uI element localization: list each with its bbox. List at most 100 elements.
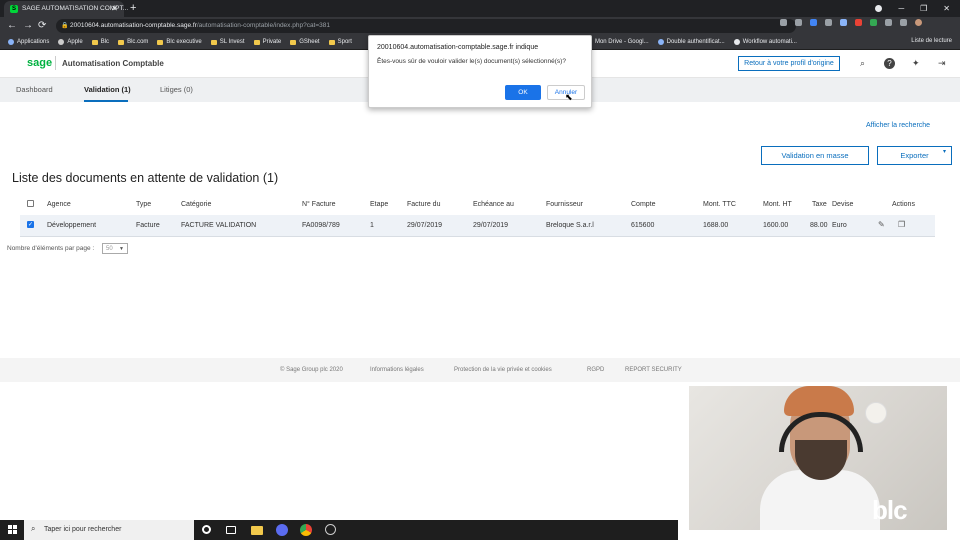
col-etape[interactable]: Etape (370, 201, 388, 208)
col-ttc[interactable]: Mont. TTC (703, 201, 736, 208)
edit-pencil-icon[interactable]: ✎ (878, 220, 885, 229)
bookmark-gsheet[interactable]: GSheet (290, 39, 320, 45)
extension-1-icon[interactable] (795, 19, 802, 26)
col-agence[interactable]: Agence (47, 201, 71, 208)
dialog-message: Êtes-vous sûr de vouloir valider le(s) d… (377, 58, 566, 65)
folder-icon (118, 39, 125, 45)
tab-litiges[interactable]: Litiges (0) (160, 85, 193, 94)
search-icon[interactable]: ⌕ (860, 58, 865, 69)
col-ht[interactable]: Mont. HT (763, 201, 792, 208)
help-icon[interactable]: ? (884, 58, 895, 69)
col-compte[interactable]: Compte (631, 201, 656, 208)
cell-fournisseur: Breloque S.a.r.l (546, 222, 594, 229)
col-taxe[interactable]: Taxe (812, 201, 827, 208)
clock-icon[interactable] (325, 524, 336, 535)
apple-icon (58, 39, 65, 45)
reload-icon[interactable]: ⟳ (38, 20, 46, 31)
footer-privacy-link[interactable]: Protection de la vie privée et cookies (454, 367, 552, 373)
search-icon: ⌕ (31, 524, 36, 533)
cell-agence: Développement (47, 222, 97, 229)
chrome-icon[interactable] (300, 524, 312, 536)
col-echeance[interactable]: Echéance au (473, 201, 514, 208)
tab-validation[interactable]: Validation (1) (84, 85, 131, 94)
sage-logo[interactable]: sage (27, 57, 52, 69)
show-search-link[interactable]: Afficher la recherche (866, 122, 930, 129)
cell-numero: FA0098/789 (302, 222, 340, 229)
extension-5-icon[interactable] (855, 19, 862, 26)
documents-icon[interactable]: ❐ (898, 220, 905, 229)
windows-start-icon[interactable] (8, 525, 17, 534)
bookmark-mon-drive[interactable]: Mon Drive - Googl... (585, 39, 649, 45)
logout-icon[interactable]: ⇥ (938, 58, 946, 69)
col-facture-du[interactable]: Facture du (407, 201, 440, 208)
footer-security-link[interactable]: REPORT SECURITY (625, 367, 682, 373)
bookmark-sl-invest[interactable]: SL Invest (210, 39, 245, 45)
col-devise[interactable]: Devise (832, 201, 853, 208)
col-numero[interactable]: N° Facture (302, 201, 336, 208)
ok-button[interactable]: OK (505, 85, 541, 100)
bookmark-sport[interactable]: Sport (328, 39, 352, 45)
forward-icon[interactable]: → (23, 20, 33, 31)
bookmark-private[interactable]: Private (253, 39, 281, 45)
cell-echeance: 29/07/2019 (473, 222, 509, 229)
lightbulb-icon[interactable]: ✦ (912, 58, 920, 69)
row-checkbox[interactable]: ✓ (27, 221, 34, 228)
extension-6-icon[interactable] (870, 19, 877, 26)
bookmark-blc-com[interactable]: Blc.com (118, 39, 148, 45)
sage-favicon-icon: S (10, 5, 18, 13)
maximize-icon[interactable]: ❐ (920, 4, 927, 13)
folder-icon (253, 39, 260, 45)
col-categorie[interactable]: Catégorie (181, 201, 211, 208)
url-host: 20010604.automatisation-comptable.sage.f… (70, 22, 197, 29)
folder-icon (91, 39, 98, 45)
per-page-select[interactable]: 50 ▼ (102, 243, 128, 254)
new-tab-icon[interactable]: + (130, 2, 136, 14)
taskbar-search-placeholder: Taper ici pour rechercher (44, 526, 122, 533)
workflow-icon (733, 39, 740, 45)
profile-dot-icon[interactable] (875, 5, 883, 12)
select-all-checkbox[interactable] (27, 200, 34, 207)
star-icon[interactable] (780, 19, 787, 26)
cell-devise: Euro (832, 222, 847, 229)
bookmark-apps[interactable]: Applications (8, 39, 49, 45)
cell-etape: 1 (370, 222, 374, 229)
cell-categorie: FACTURE VALIDATION (181, 222, 257, 229)
close-tab-icon[interactable]: ✕ (111, 4, 118, 13)
tab-dashboard[interactable]: Dashboard (16, 85, 53, 94)
extension-7-icon[interactable] (885, 19, 892, 26)
bookmark-blc[interactable]: Blc (91, 39, 109, 45)
bookmark-double-auth[interactable]: Double authentificat... (657, 39, 725, 45)
footer-rgpd-link[interactable]: RGPD (587, 367, 604, 373)
extension-2-icon[interactable] (810, 19, 817, 26)
bulk-validate-button[interactable]: Validation en masse (761, 146, 869, 165)
puzzle-icon[interactable] (900, 19, 907, 26)
url-input[interactable]: 🔒 20010604.automatisation-comptable.sage… (56, 19, 796, 33)
col-type[interactable]: Type (136, 201, 151, 208)
return-profile-button[interactable]: Retour à votre profil d'origine (738, 56, 840, 71)
minimize-icon[interactable]: ─ (898, 4, 904, 13)
app-icon[interactable] (276, 524, 288, 536)
footer-legal-link[interactable]: Informations légales (370, 367, 424, 373)
per-page-label: Nombre d'éléments par page : (7, 245, 95, 252)
file-explorer-icon[interactable] (251, 526, 263, 535)
folder-icon (328, 39, 335, 45)
export-button[interactable]: Exporter ▾ (877, 146, 952, 165)
close-window-icon[interactable]: ✕ (943, 4, 950, 13)
bookmark-apple[interactable]: Apple (58, 39, 83, 45)
bookmark-blc-executive[interactable]: Blc executive (157, 39, 202, 45)
task-view-icon[interactable] (226, 526, 236, 534)
bookmark-workflow[interactable]: Workflow automati... (733, 39, 797, 45)
table-row[interactable]: ✓ Développement Facture FACTURE VALIDATI… (20, 215, 935, 237)
taskbar-search-input[interactable]: ⌕ Taper ici pour rechercher (24, 520, 194, 540)
avatar[interactable] (915, 19, 922, 26)
cortana-icon[interactable] (202, 525, 211, 534)
browser-tab[interactable]: S SAGE AUTOMATISATION COMPT... ✕ (4, 1, 128, 17)
extension-4-icon[interactable] (840, 19, 847, 26)
extension-3-icon[interactable] (825, 19, 832, 26)
auth-icon (657, 39, 664, 45)
table-header: Agence Type Catégorie N° Facture Etape F… (20, 198, 935, 212)
col-fournisseur[interactable]: Fournisseur (546, 201, 583, 208)
blc-logo: blc (872, 495, 908, 525)
reading-list[interactable]: Liste de lecture (911, 38, 952, 44)
back-icon[interactable]: ← (7, 20, 17, 31)
